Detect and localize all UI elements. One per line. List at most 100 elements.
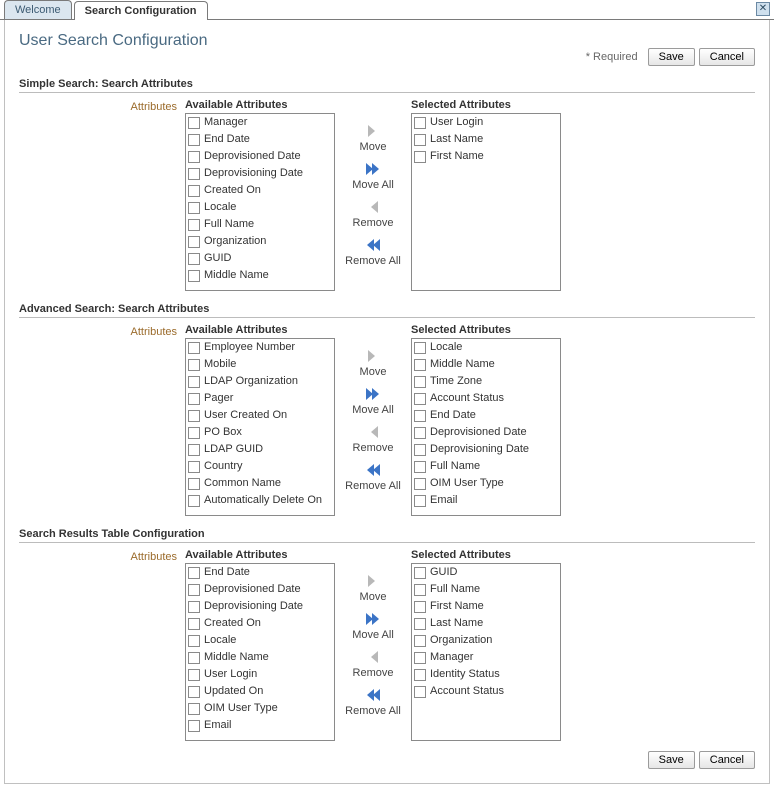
checkbox-icon[interactable] [188, 359, 200, 371]
list-item[interactable]: Organization [412, 632, 560, 649]
move-icon[interactable] [365, 348, 381, 364]
list-item[interactable]: LDAP GUID [186, 441, 334, 458]
move-all-icon[interactable] [365, 611, 381, 627]
checkbox-icon[interactable] [414, 461, 426, 473]
list-item[interactable]: User Login [186, 666, 334, 683]
list-item[interactable]: Deprovisioned Date [186, 581, 334, 598]
checkbox-icon[interactable] [188, 410, 200, 422]
tab-search-configuration[interactable]: Search Configuration [74, 1, 208, 20]
checkbox-icon[interactable] [414, 444, 426, 456]
list-item[interactable]: Employee Number [186, 339, 334, 356]
list-item[interactable]: Full Name [186, 216, 334, 233]
checkbox-icon[interactable] [188, 427, 200, 439]
list-item[interactable]: Middle Name [186, 649, 334, 666]
checkbox-icon[interactable] [414, 635, 426, 647]
checkbox-icon[interactable] [188, 444, 200, 456]
remove-all-icon[interactable] [365, 687, 381, 703]
list-item[interactable]: Organization [186, 233, 334, 250]
checkbox-icon[interactable] [188, 117, 200, 129]
checkbox-icon[interactable] [414, 427, 426, 439]
checkbox-icon[interactable] [188, 270, 200, 282]
checkbox-icon[interactable] [188, 253, 200, 265]
save-button[interactable]: Save [648, 48, 695, 66]
checkbox-icon[interactable] [188, 618, 200, 630]
available-listbox[interactable]: ManagerEnd DateDeprovisioned DateDeprovi… [185, 113, 335, 291]
checkbox-icon[interactable] [414, 601, 426, 613]
checkbox-icon[interactable] [188, 236, 200, 248]
checkbox-icon[interactable] [188, 686, 200, 698]
list-item[interactable]: Pager [186, 390, 334, 407]
checkbox-icon[interactable] [188, 461, 200, 473]
checkbox-icon[interactable] [188, 134, 200, 146]
close-icon[interactable]: ✕ [756, 2, 770, 16]
list-item[interactable]: OIM User Type [412, 475, 560, 492]
selected-listbox[interactable]: LocaleMiddle NameTime ZoneAccount Status… [411, 338, 561, 516]
list-item[interactable]: Country [186, 458, 334, 475]
checkbox-icon[interactable] [414, 117, 426, 129]
list-item[interactable]: Locale [412, 339, 560, 356]
available-listbox[interactable]: Employee NumberMobileLDAP OrganizationPa… [185, 338, 335, 516]
checkbox-icon[interactable] [414, 686, 426, 698]
list-item[interactable]: Account Status [412, 390, 560, 407]
selected-listbox[interactable]: User LoginLast NameFirst Name [411, 113, 561, 291]
checkbox-icon[interactable] [188, 703, 200, 715]
list-item[interactable]: First Name [412, 598, 560, 615]
checkbox-icon[interactable] [414, 134, 426, 146]
checkbox-icon[interactable] [188, 720, 200, 732]
checkbox-icon[interactable] [414, 669, 426, 681]
list-item[interactable]: Created On [186, 615, 334, 632]
list-item[interactable]: End Date [186, 564, 334, 581]
checkbox-icon[interactable] [188, 202, 200, 214]
checkbox-icon[interactable] [188, 168, 200, 180]
list-item[interactable]: User Login [412, 114, 560, 131]
available-listbox[interactable]: End DateDeprovisioned DateDeprovisioning… [185, 563, 335, 741]
list-item[interactable]: Last Name [412, 615, 560, 632]
list-item[interactable]: Manager [186, 114, 334, 131]
list-item[interactable]: User Created On [186, 407, 334, 424]
tab-welcome[interactable]: Welcome [4, 0, 72, 19]
remove-icon[interactable] [365, 424, 381, 440]
checkbox-icon[interactable] [188, 185, 200, 197]
checkbox-icon[interactable] [188, 669, 200, 681]
checkbox-icon[interactable] [414, 342, 426, 354]
list-item[interactable]: Deprovisioned Date [412, 424, 560, 441]
list-item[interactable]: Updated On [186, 683, 334, 700]
checkbox-icon[interactable] [414, 151, 426, 163]
list-item[interactable]: GUID [186, 250, 334, 267]
checkbox-icon[interactable] [188, 635, 200, 647]
checkbox-icon[interactable] [414, 618, 426, 630]
checkbox-icon[interactable] [188, 584, 200, 596]
list-item[interactable]: OIM User Type [186, 700, 334, 717]
list-item[interactable]: Email [186, 717, 334, 734]
list-item[interactable]: Identity Status [412, 666, 560, 683]
list-item[interactable]: LDAP Organization [186, 373, 334, 390]
checkbox-icon[interactable] [188, 567, 200, 579]
save-button-bottom[interactable]: Save [648, 751, 695, 769]
checkbox-icon[interactable] [188, 376, 200, 388]
checkbox-icon[interactable] [414, 376, 426, 388]
list-item[interactable]: Automatically Delete On [186, 492, 334, 509]
list-item[interactable]: Middle Name [412, 356, 560, 373]
checkbox-icon[interactable] [188, 151, 200, 163]
list-item[interactable]: Full Name [412, 581, 560, 598]
list-item[interactable]: Manager [412, 649, 560, 666]
checkbox-icon[interactable] [188, 652, 200, 664]
move-icon[interactable] [365, 573, 381, 589]
list-item[interactable]: PO Box [186, 424, 334, 441]
checkbox-icon[interactable] [188, 478, 200, 490]
list-item[interactable]: Locale [186, 632, 334, 649]
list-item[interactable]: Email [412, 492, 560, 509]
move-all-icon[interactable] [365, 386, 381, 402]
checkbox-icon[interactable] [414, 393, 426, 405]
list-item[interactable]: Locale [186, 199, 334, 216]
checkbox-icon[interactable] [188, 219, 200, 231]
list-item[interactable]: Mobile [186, 356, 334, 373]
checkbox-icon[interactable] [414, 410, 426, 422]
remove-all-icon[interactable] [365, 237, 381, 253]
remove-icon[interactable] [365, 199, 381, 215]
selected-listbox[interactable]: GUIDFull NameFirst NameLast NameOrganiza… [411, 563, 561, 741]
list-item[interactable]: Last Name [412, 131, 560, 148]
cancel-button-bottom[interactable]: Cancel [699, 751, 755, 769]
cancel-button[interactable]: Cancel [699, 48, 755, 66]
checkbox-icon[interactable] [414, 652, 426, 664]
